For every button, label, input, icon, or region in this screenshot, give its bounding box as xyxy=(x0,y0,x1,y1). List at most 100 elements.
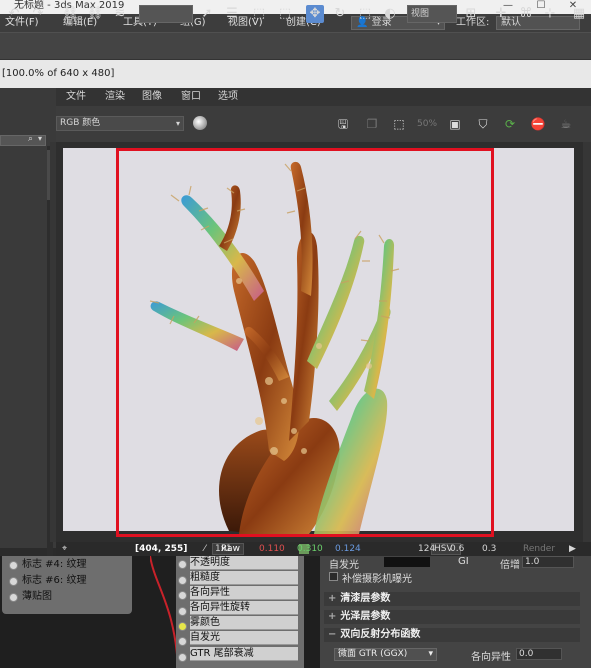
node2-row: 各向异性 xyxy=(190,586,298,600)
fw-menu-file[interactable]: 文件 xyxy=(66,88,86,106)
unlink-icon[interactable]: ⛓ xyxy=(86,5,104,23)
chevron-down-icon: ▾ xyxy=(428,649,433,659)
left-panel: ⌕ ▾ xyxy=(0,88,56,626)
fw-menu-options[interactable]: 选项 xyxy=(218,88,238,106)
chevron-down-icon: ▾ xyxy=(38,134,43,143)
node2-row: 粗糙度 xyxy=(190,571,298,585)
multiplier-label: 倍增 xyxy=(500,560,520,571)
render-button[interactable]: Render xyxy=(523,542,555,556)
node-port[interactable] xyxy=(178,591,187,600)
rotate-icon[interactable]: ↻ xyxy=(331,5,349,23)
comp-exposure-checkbox[interactable] xyxy=(329,572,338,581)
node2-row: 不透明度 xyxy=(190,556,298,570)
fw-menu-window[interactable]: 窗口 xyxy=(181,88,201,106)
undo-icon[interactable]: ↶ xyxy=(5,5,23,23)
shield-icon[interactable]: ⛉ xyxy=(473,114,493,134)
selection-filter-dropdown[interactable] xyxy=(139,5,193,23)
r-value: 0.110 xyxy=(259,544,285,554)
fw-menu-render[interactable]: 渲染 xyxy=(105,88,125,106)
node-port[interactable] xyxy=(178,576,187,585)
region-select-icon[interactable]: ⬚ xyxy=(389,114,409,134)
select-object-icon[interactable]: ➚ xyxy=(198,5,216,23)
placement-icon[interactable]: ◐ xyxy=(381,5,399,23)
frame-status-bar: ⌖ [404, 255] 1x1 ⁄ Raw 0.110 0.310 0.124… xyxy=(56,542,591,556)
node1-row: 标志 #6: 纹理 xyxy=(22,575,87,586)
rect-selection-icon[interactable]: ⬚ xyxy=(250,5,268,23)
gi-label: GI xyxy=(458,556,469,567)
node2-row: 雾颜色 xyxy=(190,616,298,630)
emissive-label: 自发光 xyxy=(329,560,359,571)
window-crossing-icon[interactable]: ⬚ xyxy=(276,5,294,23)
teapot-icon[interactable]: ☕ xyxy=(556,114,576,134)
comp-exposure-label: 补偿摄影机曝光 xyxy=(342,574,412,585)
anisotropy-spinner[interactable]: 0.0 xyxy=(516,648,562,660)
render-size-status: [100.0% of 640 x 480] xyxy=(0,60,591,88)
expand-icon: + xyxy=(328,611,337,622)
link-icon[interactable]: ⛓ xyxy=(61,5,79,23)
channel-dropdown[interactable]: RGB 颜色 ▾ xyxy=(56,116,184,131)
main-toolbar xyxy=(0,32,591,60)
scale-icon[interactable]: ⬚ xyxy=(356,5,374,23)
fw-menu-image[interactable]: 图像 xyxy=(142,88,162,106)
multiplier-spinner[interactable]: 1.0 xyxy=(522,556,574,568)
highlight-frame xyxy=(116,148,494,537)
search-icon: ⌕ xyxy=(28,134,34,144)
node2-row: 自发光 xyxy=(190,631,298,645)
node-port-active[interactable] xyxy=(178,622,187,631)
texture-node[interactable]: 标志 #4: 纹理 标志 #6: 纹理 薄贴图 xyxy=(2,556,132,614)
bind-spacewarp-icon[interactable]: ≋ xyxy=(111,5,129,23)
node-port[interactable] xyxy=(178,653,187,662)
pivot-icon[interactable]: ⊞ xyxy=(462,5,480,23)
select-by-name-icon[interactable]: ☰ xyxy=(223,5,241,23)
node-port[interactable] xyxy=(178,637,187,646)
canvas-right-scrollbar[interactable] xyxy=(583,142,591,542)
emissive-color-swatch[interactable] xyxy=(384,557,430,567)
node1-row: 标志 #4: 纹理 xyxy=(22,559,87,570)
b-value: 0.124 xyxy=(335,544,361,554)
expand-icon: + xyxy=(328,593,337,604)
frame-region-icon[interactable]: ▣ xyxy=(445,114,465,134)
node-port[interactable] xyxy=(9,593,18,602)
node1-row: 薄贴图 xyxy=(22,591,52,602)
brdf-type-dropdown[interactable]: 微面 GTR (GGX) ▾ xyxy=(334,648,437,661)
move-icon[interactable]: ✥ xyxy=(306,5,324,23)
node-port[interactable] xyxy=(178,560,187,569)
save-icon[interactable]: 🖫 xyxy=(333,114,353,134)
pixel-pick-icon[interactable]: ⌖ xyxy=(62,542,67,556)
play-icon[interactable]: ▶ xyxy=(569,542,576,556)
channel-label: RGB 颜色 xyxy=(60,118,101,128)
channel-display-icon[interactable] xyxy=(193,116,207,130)
raw-mode-label: Raw xyxy=(221,544,240,554)
s-value: 0.6 xyxy=(450,544,465,554)
frame-window-menubar: 文件 渲染 图像 窗口 选项 xyxy=(56,88,591,106)
refresh-icon[interactable]: ⟳ xyxy=(500,114,520,134)
collapse-icon: − xyxy=(328,629,337,640)
grid-icon[interactable]: ▦ xyxy=(570,5,588,23)
redo-icon[interactable]: ↷ xyxy=(29,5,47,23)
render-size-text: [100.0% of 640 x 480] xyxy=(2,68,115,79)
snap-toggle-icon[interactable]: ⊹ xyxy=(541,5,559,23)
node-port[interactable] xyxy=(9,561,18,570)
anisotropy-label: 各向异性 xyxy=(471,652,511,663)
node-port[interactable] xyxy=(178,607,187,616)
node2-row: 各向异性旋转 xyxy=(190,601,298,615)
material-node[interactable]: 不透明度 粗糙度 各向异性 各向异性旋转 雾颜色 自发光 GTR 尾部衰减 xyxy=(176,556,304,668)
reference-coord-dropdown[interactable]: 视图 xyxy=(407,5,457,23)
canvas-left-scrollbar[interactable] xyxy=(50,142,56,542)
node2-row: GTR 尾部衰减 xyxy=(190,647,298,661)
section-sheen[interactable]: + 光泽层参数 xyxy=(324,610,580,624)
stop-render-icon[interactable]: ⛔ xyxy=(528,114,548,134)
anisotropy-value: 0.0 xyxy=(519,649,534,659)
g-value: 0.310 xyxy=(297,544,323,554)
view-dropdown-label: 视图 xyxy=(411,9,430,19)
node-port[interactable] xyxy=(9,577,18,586)
section-clearcoat[interactable]: + 清漆层参数 xyxy=(324,592,580,606)
v-value: 0.3 xyxy=(482,544,497,554)
ratio-label: 50% xyxy=(417,119,438,129)
eyedropper-icon[interactable]: ⁄ xyxy=(204,542,206,556)
h-value: 124 xyxy=(418,544,436,554)
select-manipulate-icon[interactable]: ✛ xyxy=(492,5,510,23)
section-brdf[interactable]: − 双向反射分布函数 xyxy=(324,628,580,642)
copy-icon[interactable]: ❐ xyxy=(362,114,382,134)
keyboard-shortcut-icon[interactable]: ⌘ xyxy=(517,5,535,23)
